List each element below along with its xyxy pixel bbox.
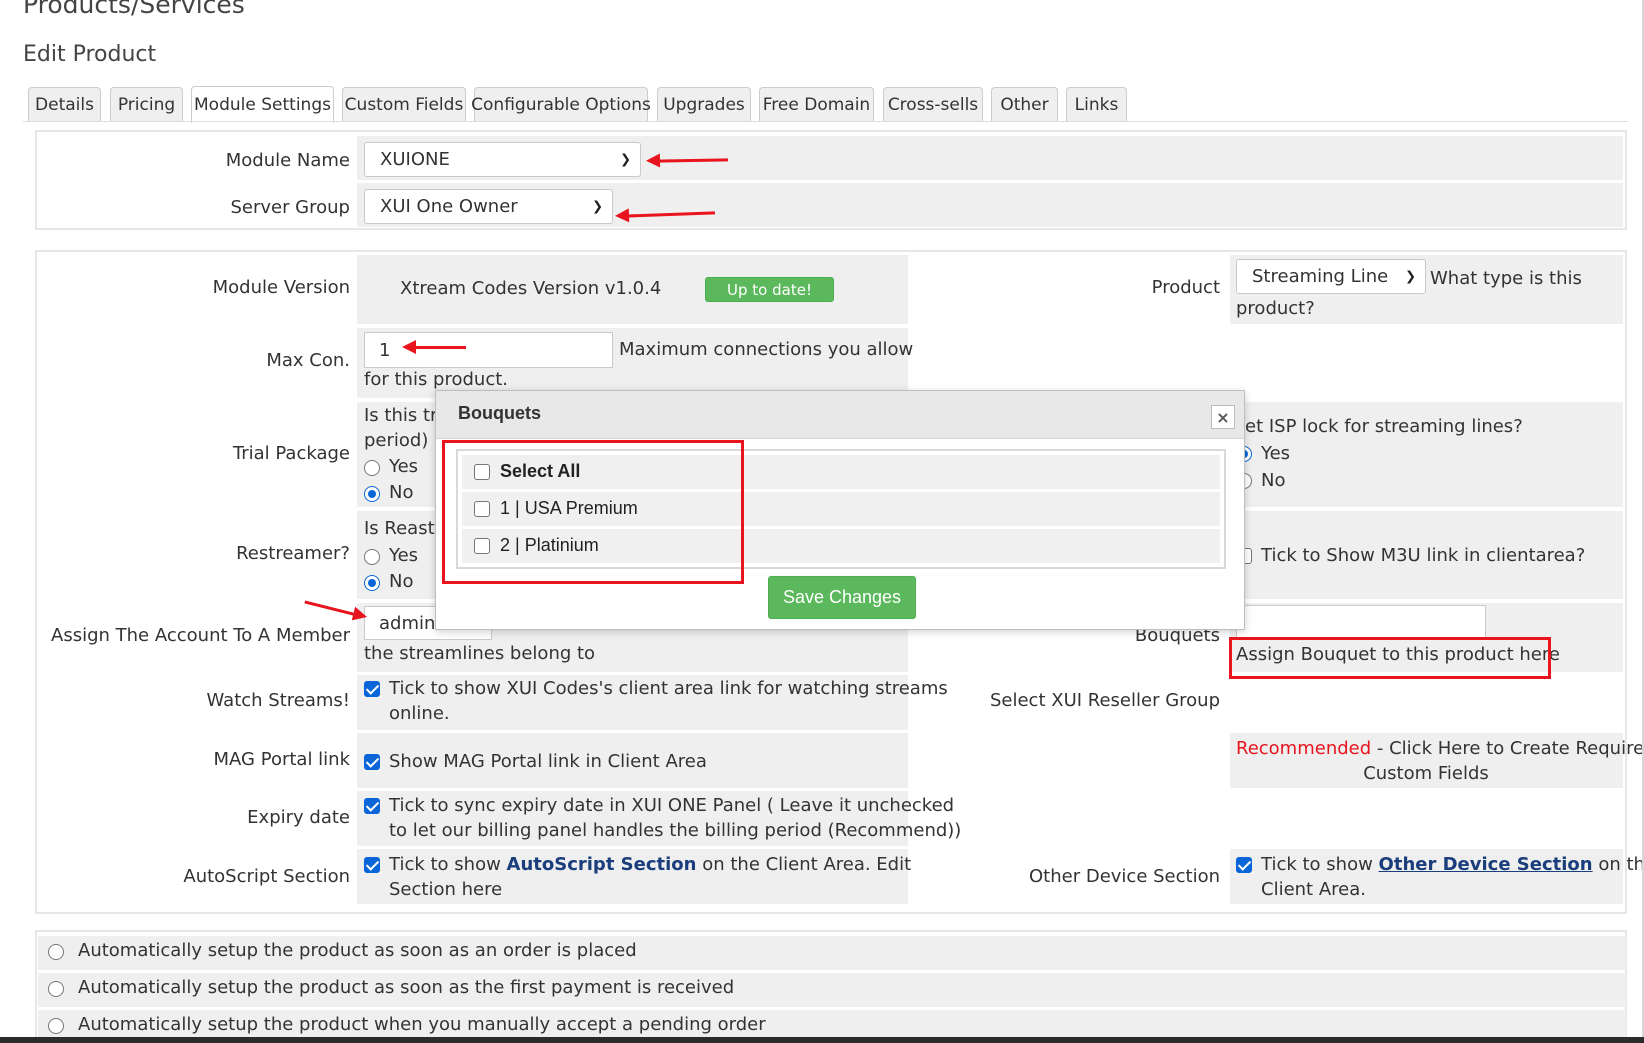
annotation-arrow (402, 340, 466, 354)
restreamer-no-radio[interactable] (364, 575, 380, 591)
mag-portal-checkbox[interactable] (364, 754, 380, 770)
setup-option-label: Automatically setup the product when you… (78, 1014, 766, 1035)
setup-option-radio[interactable] (48, 1018, 64, 1034)
m3u-text: Tick to Show M3U link in clientarea? (1261, 545, 1586, 566)
module-name-label: Module Name (225, 150, 350, 171)
server-group-label: Server Group (230, 197, 350, 218)
close-icon[interactable]: × (1211, 405, 1235, 429)
create-fields-link[interactable]: - Click Here to Create Required (1371, 738, 1644, 759)
reseller-group-label: Select XUI Reseller Group (989, 690, 1220, 711)
mag-portal-label: MAG Portal link (213, 749, 350, 770)
autoscript-pre: Tick to show (389, 854, 507, 875)
tab-free-domain[interactable]: Free Domain (759, 87, 874, 122)
annotation-box-assign-link (1229, 637, 1551, 679)
save-changes-button[interactable]: Save Changes (768, 576, 916, 619)
max-con-help: Maximum connections you allow (619, 339, 914, 360)
other-device-checkbox[interactable] (1236, 857, 1252, 873)
tab-pricing[interactable]: Pricing (110, 87, 183, 122)
other-device-text-2: Client Area. (1261, 879, 1366, 900)
server-group-value: XUI One Owner (380, 196, 518, 217)
product-value: Streaming Line (1252, 266, 1389, 287)
product-help: What type is this (1430, 268, 1582, 289)
watch-streams-text-2: online. (389, 703, 450, 724)
chevron-down-icon: ❯ (620, 152, 631, 167)
recommended-label: Recommended (1236, 738, 1372, 759)
tab-configurable-options[interactable]: Configurable Options (471, 87, 651, 122)
tab-other[interactable]: Other (991, 87, 1058, 122)
tab-upgrades[interactable]: Upgrades (657, 87, 751, 122)
max-con-label: Max Con. (266, 350, 350, 371)
restreamer-yes-label: Yes (389, 545, 419, 566)
mag-portal-text: Show MAG Portal link in Client Area (389, 751, 707, 772)
page-title: Products/Services (23, 0, 245, 19)
watch-streams-text: Tick to show XUI Codes's client area lin… (389, 678, 948, 699)
restreamer-yes-radio[interactable] (364, 549, 380, 565)
autoscript-label: AutoScript Section (183, 866, 350, 887)
tab-custom-fields[interactable]: Custom Fields (342, 87, 466, 122)
autoscript-text: Tick to show AutoScript Section on the C… (389, 852, 911, 877)
create-fields-text[interactable]: Recommended - Click Here to Create Requi… (1236, 736, 1644, 761)
other-device-text: Tick to show Other Device Section on the (1261, 852, 1644, 877)
setup-option-label: Automatically setup the product as soon … (78, 940, 637, 961)
trial-no-label: No (389, 482, 414, 503)
module-name-select[interactable]: XUIONE ❯ (364, 142, 641, 177)
page-subtitle: Edit Product (23, 42, 157, 67)
create-fields-text-2[interactable]: Custom Fields (1236, 761, 1616, 786)
autoscript-checkbox[interactable] (364, 857, 380, 873)
product-help-2: product? (1236, 298, 1315, 319)
annotation-box-bouquets (442, 440, 744, 584)
setup-option-row[interactable]: Automatically setup the product as soon … (38, 973, 1626, 1007)
restreamer-question: Is Reastr (364, 518, 443, 539)
module-version-label: Module Version (212, 277, 350, 298)
tab-module-settings[interactable]: Module Settings (191, 86, 334, 123)
module-name-value: XUIONE (380, 149, 450, 170)
watch-streams-label: Watch Streams! (206, 690, 350, 711)
modal-title: Bouquets (458, 403, 541, 423)
modal-header (436, 391, 1244, 439)
server-group-select[interactable]: XUI One Owner ❯ (364, 189, 613, 224)
max-con-help-2: for this product. (364, 369, 508, 390)
tab-links[interactable]: Links (1066, 87, 1127, 122)
tab-details[interactable]: Details (28, 87, 101, 122)
assign-member-label: Assign The Account To A Member (51, 625, 350, 646)
isp-lock-text: et ISP lock for streaming lines? (1245, 416, 1523, 437)
watch-streams-checkbox[interactable] (364, 681, 380, 697)
setup-option-label: Automatically setup the product as soon … (78, 977, 735, 998)
product-label: Product (1151, 277, 1220, 298)
chevron-down-icon: ❯ (1405, 269, 1416, 284)
tab-divider (23, 121, 1628, 122)
other-device-link[interactable]: Other Device Section (1379, 854, 1593, 875)
expiry-date-text: Tick to sync expiry date in XUI ONE Pane… (389, 795, 955, 816)
expiry-date-label: Expiry date (247, 807, 350, 828)
product-select[interactable]: Streaming Line ❯ (1236, 259, 1426, 294)
other-device-post: on the (1598, 854, 1644, 875)
trial-question-2: period) (364, 430, 429, 451)
autoscript-edit-link[interactable]: Section here (389, 877, 502, 902)
other-device-pre: Tick to show (1261, 854, 1379, 875)
trial-label: Trial Package (232, 443, 350, 464)
setup-option-row[interactable]: Automatically setup the product as soon … (38, 936, 1626, 970)
module-version-value: Xtream Codes Version v1.0.4 (400, 278, 662, 299)
trial-no-radio[interactable] (364, 486, 380, 502)
isp-no-label: No (1261, 470, 1286, 491)
autoscript-link[interactable]: AutoScript Section (507, 854, 697, 875)
trial-yes-label: Yes (389, 456, 419, 477)
assign-member-help: the streamlines belong to (364, 643, 596, 664)
bouquets-input[interactable] (1236, 605, 1486, 639)
other-device-label: Other Device Section (1029, 866, 1220, 887)
trial-yes-radio[interactable] (364, 460, 380, 476)
trial-question: Is this tri (364, 405, 443, 426)
restreamer-label: Restreamer? (236, 543, 350, 564)
bottom-bar (0, 1037, 1644, 1043)
autoscript-post: on the Client Area. Edit (696, 854, 912, 875)
setup-option-radio[interactable] (48, 944, 64, 960)
expiry-date-text-2: to let our billing panel handles the bil… (389, 820, 962, 841)
restreamer-no-label: No (389, 571, 414, 592)
tab-cross-sells[interactable]: Cross-sells (883, 87, 983, 122)
expiry-date-checkbox[interactable] (364, 798, 380, 814)
up-to-date-badge: Up to date! (705, 277, 834, 302)
isp-yes-label: Yes (1261, 443, 1291, 464)
chevron-down-icon: ❯ (592, 199, 603, 214)
setup-option-radio[interactable] (48, 981, 64, 997)
